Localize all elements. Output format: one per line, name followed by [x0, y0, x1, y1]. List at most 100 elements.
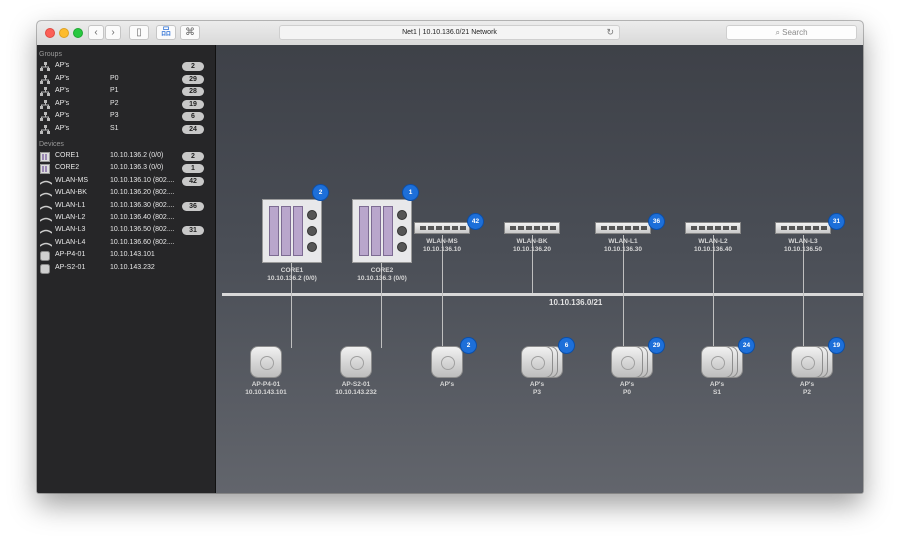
row-detail: 10.10.136.50 (802....: [110, 226, 175, 234]
sidebar-device-item[interactable]: AP-S2-01 10.10.143.232: [37, 263, 215, 275]
sidebar-device-item[interactable]: WLAN-BK 10.10.136.20 (802....: [37, 188, 215, 200]
sidebar: Groups Devices AP's 2 AP's P0 29 AP's P1 28 AP's…: [37, 45, 216, 493]
command-icon: ⌘: [185, 27, 195, 38]
port: [601, 226, 607, 230]
topology-view-button[interactable]: 品: [156, 25, 176, 40]
fan-icon: [397, 242, 407, 252]
network-bus-label: 10.10.136.0/21: [549, 298, 603, 307]
row-name: CORE2: [55, 164, 80, 172]
switch-icon: [39, 226, 53, 236]
sidebar-toggle-button[interactable]: ▯: [129, 25, 149, 40]
switch-icon: [39, 202, 53, 212]
row-detail: 10.10.136.30 (802....: [110, 201, 175, 209]
sidebar-device-item[interactable]: WLAN-MS 10.10.136.10 (802.... 42: [37, 176, 215, 188]
address-bar[interactable]: Net1 | 10.10.136.0/21 Network ↻: [279, 25, 620, 40]
access-point-icon: [701, 346, 733, 378]
group-icon: [40, 62, 50, 72]
sidebar-group-item[interactable]: AP's P1 28: [37, 86, 215, 98]
sidebar-device-item[interactable]: WLAN-L4 10.10.136.60 (802....: [37, 238, 215, 250]
minimize-button[interactable]: [59, 28, 69, 38]
chevron-right-icon: ›: [111, 27, 115, 38]
port: [518, 226, 524, 230]
access-point-icon: [521, 346, 553, 378]
count-badge: 42: [182, 176, 204, 186]
reload-icon[interactable]: ↻: [606, 26, 614, 39]
row-name: CORE1: [55, 152, 80, 159]
row-name: AP's: [55, 99, 70, 107]
access-point-icon: [40, 263, 50, 274]
sidebar-group-item[interactable]: AP's P2 19: [37, 99, 215, 111]
sidebar-device-item[interactable]: CORE1 10.10.136.2 (0/0) 2: [37, 151, 215, 163]
switch-icon: [504, 222, 560, 234]
count-badge: 6: [182, 112, 204, 122]
port: [813, 226, 819, 230]
switch-name-label: WLAN-L3: [788, 238, 818, 245]
access-point-icon: [40, 251, 50, 262]
search-field[interactable]: ⌕ Search: [726, 25, 857, 40]
count-badge: 19: [829, 338, 844, 353]
access-point-icon: [791, 346, 823, 378]
group-icon: [40, 125, 50, 135]
row-name: WLAN-L3: [55, 226, 86, 234]
port: [821, 226, 827, 230]
access-point-name-label: AP's: [439, 381, 455, 388]
network-bus-line: [222, 293, 863, 296]
switch-name-label: WLAN-L1: [608, 238, 638, 245]
row-detail: 10.10.136.10 (802....: [110, 176, 175, 184]
zoom-button[interactable]: [73, 28, 83, 38]
command-button[interactable]: ⌘: [180, 25, 200, 40]
sidebar-device-item[interactable]: WLAN-L1 10.10.136.30 (802.... 36: [37, 201, 215, 213]
port: [715, 226, 721, 230]
row-name: WLAN-L2: [55, 214, 86, 221]
group-icon: [40, 99, 50, 110]
sidebar-device-item[interactable]: CORE2 10.10.136.3 (0/0) 1: [37, 163, 215, 175]
access-point-detail-label: P2: [803, 389, 811, 396]
forward-button[interactable]: ›: [105, 25, 121, 40]
port: [789, 226, 795, 230]
switch-icon: [39, 214, 53, 224]
access-point-icon: [431, 346, 463, 378]
count-badge: 31: [829, 214, 844, 229]
row-name: AP's: [55, 125, 70, 132]
back-button[interactable]: ‹: [88, 25, 104, 40]
port: [625, 226, 631, 230]
row-name: AP-S2-01: [55, 263, 86, 271]
count-badge: 2: [313, 185, 328, 200]
row-detail: P0: [110, 74, 119, 82]
switch-ip-label: 10.10.136.30: [604, 246, 642, 253]
access-point-icon: [250, 346, 282, 378]
port: [707, 226, 713, 230]
group-icon: [40, 74, 50, 85]
sidebar-group-item[interactable]: AP's P0 29: [37, 74, 215, 86]
port: [428, 226, 434, 230]
groups-header: Groups: [39, 51, 62, 58]
row-name: AP's: [55, 62, 70, 69]
access-point-detail-label: P3: [533, 389, 541, 396]
sidebar-device-item[interactable]: AP-P4-01 10.10.143.101: [37, 250, 215, 262]
access-point-detail-label: P0: [623, 389, 631, 396]
chassis-icon: [352, 199, 412, 263]
row-name: WLAN-L4: [55, 238, 86, 246]
close-button[interactable]: [45, 28, 55, 38]
fan-icon: [397, 210, 407, 220]
switch-ip-label: 10.10.136.50: [784, 246, 822, 253]
switch-icon: [39, 239, 53, 249]
fan-icon: [397, 226, 407, 236]
sidebar-device-item[interactable]: WLAN-L2 10.10.136.40 (802....: [37, 213, 215, 225]
sidebar-group-item[interactable]: AP's P3 6: [37, 111, 215, 123]
port: [420, 226, 426, 230]
switch-name-label: WLAN-L2: [698, 238, 728, 245]
access-point-name-label: AP-S2-01: [341, 381, 371, 388]
row-detail: P2: [110, 99, 119, 107]
devices-header: Devices: [39, 141, 64, 148]
port: [510, 226, 516, 230]
row-detail: 10.10.143.101: [110, 251, 155, 259]
access-point-name-label: AP-P4-01: [251, 381, 281, 388]
access-point-detail-label: 10.10.143.232: [335, 389, 377, 396]
network-canvas[interactable]: 10.10.136.0/21 2 CORE1 10.10.136.2 (0/0) 1 C…: [216, 45, 863, 493]
sidebar-device-item[interactable]: WLAN-L3 10.10.136.50 (802.... 31: [37, 225, 215, 237]
count-badge: 6: [559, 338, 574, 353]
row-name: AP's: [55, 74, 70, 82]
sidebar-group-item[interactable]: AP's S1 24: [37, 124, 215, 136]
sidebar-group-item[interactable]: AP's 2: [37, 61, 215, 73]
